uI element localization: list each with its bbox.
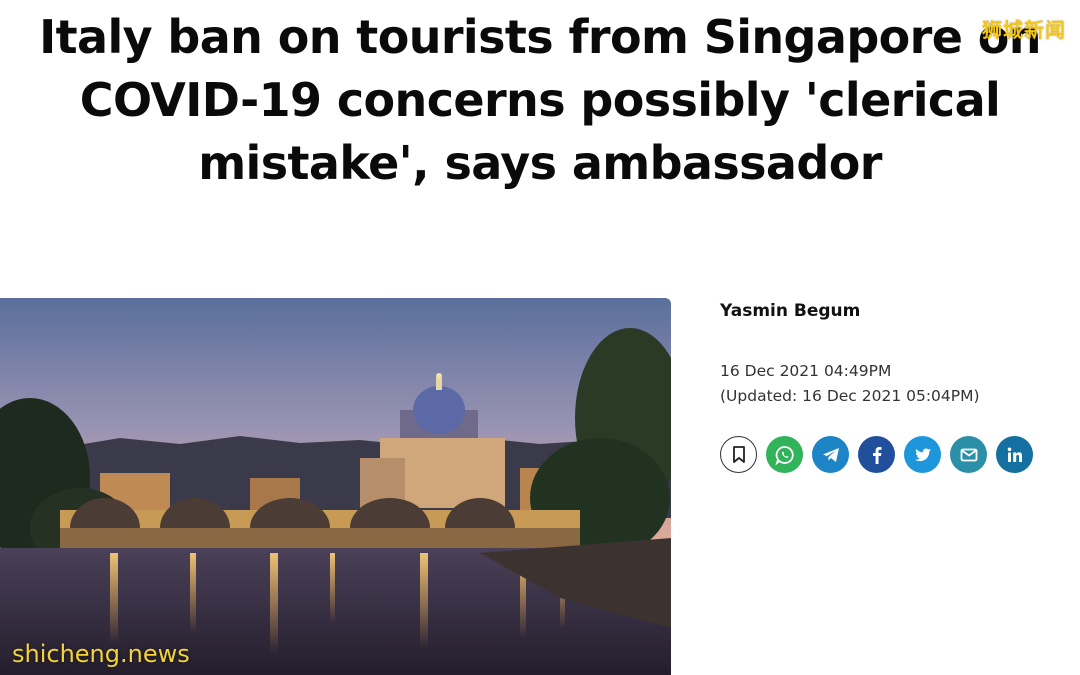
- twitter-icon: [914, 448, 931, 461]
- article-meta: Yasmin Begum 16 Dec 2021 04:49PM (Update…: [720, 298, 1060, 409]
- linkedin-icon: [1007, 447, 1022, 462]
- share-bar: [720, 436, 1033, 473]
- email-share-button[interactable]: [950, 436, 987, 473]
- watermark-chinese: 狮城新闻: [982, 18, 1066, 42]
- bookmark-icon: [732, 445, 745, 463]
- email-icon: [960, 448, 977, 461]
- whatsapp-share-button[interactable]: [766, 436, 803, 473]
- telegram-share-button[interactable]: [812, 436, 849, 473]
- telegram-icon: [822, 447, 839, 462]
- hero-image: [0, 298, 671, 675]
- bookmark-button[interactable]: [720, 436, 757, 473]
- site-watermark: shicheng.news: [12, 640, 190, 668]
- article-headline: Italy ban on tourists from Singapore on …: [39, 10, 1041, 190]
- updated-date: (Updated: 16 Dec 2021 05:04PM): [720, 387, 980, 405]
- author-name[interactable]: Yasmin Begum: [720, 301, 1060, 321]
- twitter-share-button[interactable]: [904, 436, 941, 473]
- facebook-share-button[interactable]: [858, 436, 895, 473]
- whatsapp-icon: [774, 445, 794, 465]
- linkedin-share-button[interactable]: [996, 436, 1033, 473]
- facebook-icon: [872, 446, 881, 464]
- published-date: 16 Dec 2021 04:49PM: [720, 362, 892, 380]
